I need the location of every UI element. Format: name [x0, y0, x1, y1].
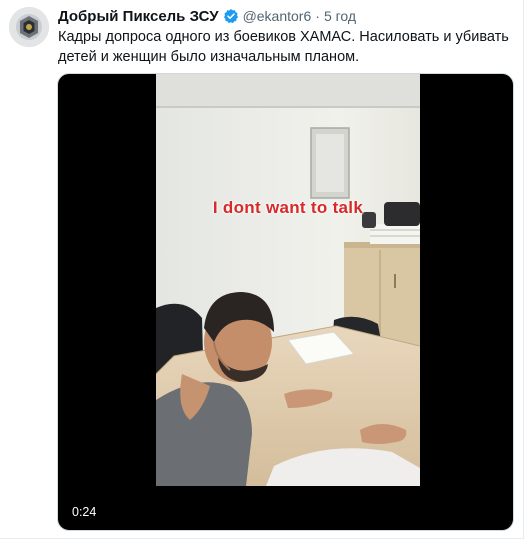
- avatar-emblem-icon: [9, 7, 49, 47]
- verified-badge-icon: [223, 8, 239, 24]
- author-handle[interactable]: @ekantor6: [243, 8, 312, 24]
- post-time[interactable]: 5 год: [324, 8, 356, 24]
- video-still-image: [156, 74, 420, 486]
- video-frame: I dont want to talk: [156, 74, 420, 486]
- video-timestamp: 0:24: [66, 504, 103, 520]
- avatar[interactable]: [9, 7, 49, 47]
- post[interactable]: Добрый Пиксель ЗСУ @ekantor6 · 5 год Кад…: [0, 0, 524, 539]
- author-name[interactable]: Добрый Пиксель ЗСУ: [58, 8, 219, 25]
- separator-dot: ·: [315, 8, 320, 24]
- video-subtitle: I dont want to talk: [212, 198, 364, 217]
- post-text: Кадры допроса одного из боевиков ХАМАС. …: [58, 29, 509, 65]
- video-player[interactable]: I dont want to talk 0:24: [57, 73, 514, 531]
- post-header: Добрый Пиксель ЗСУ @ekantor6 · 5 год: [58, 6, 356, 26]
